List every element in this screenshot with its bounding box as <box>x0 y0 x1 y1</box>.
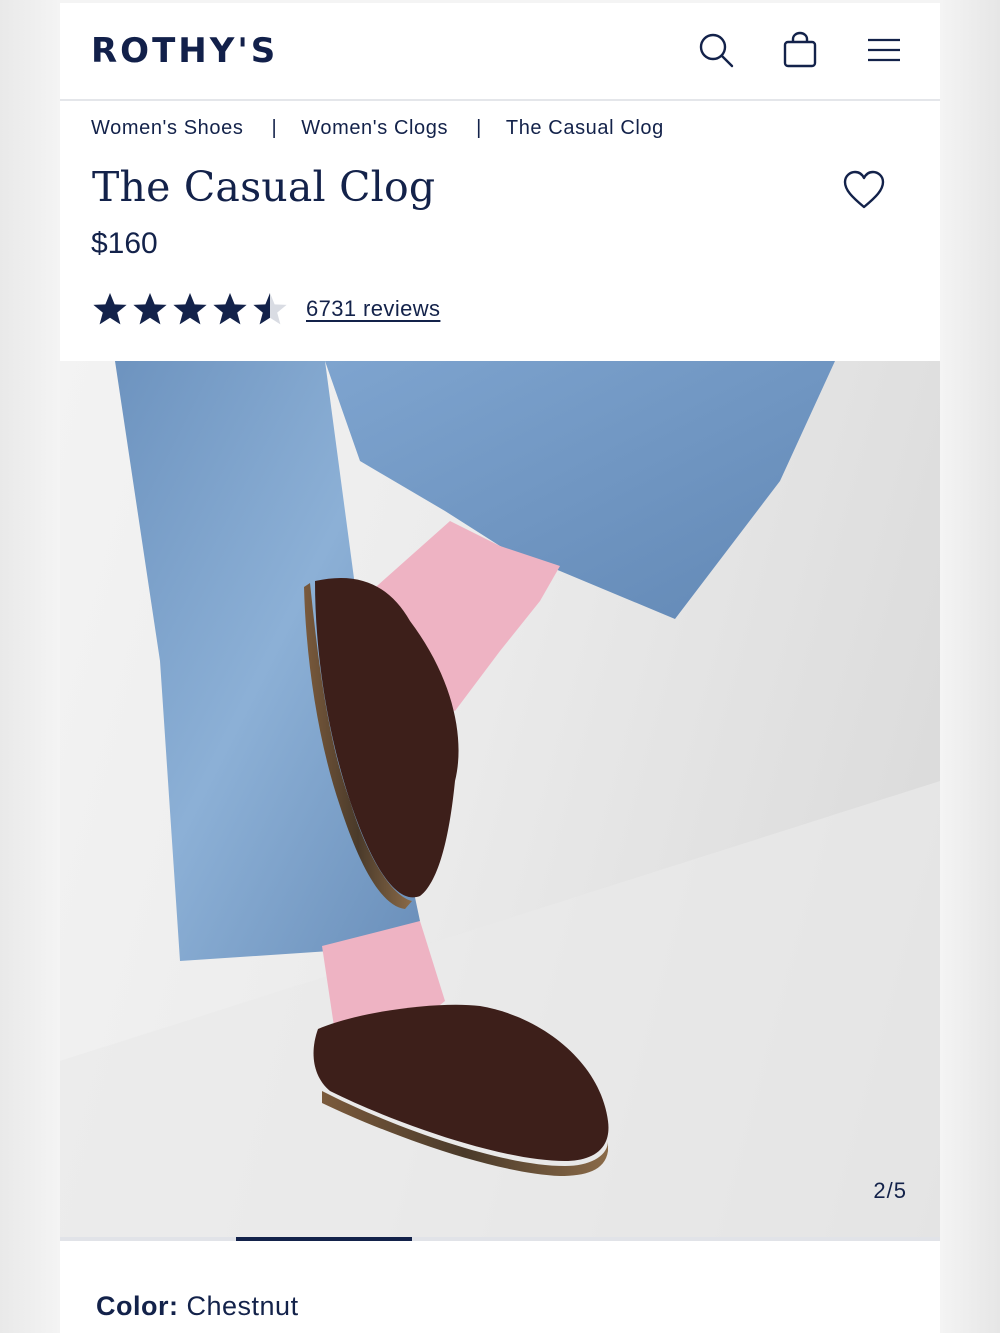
breadcrumb-separator: | <box>271 117 278 139</box>
gallery-progress-indicator <box>236 1237 412 1241</box>
breadcrumb-womens-shoes[interactable]: Women's Shoes <box>91 117 243 140</box>
product-photo <box>60 361 940 1237</box>
bag-icon[interactable] <box>781 31 819 69</box>
star-full-icon <box>213 293 247 325</box>
reviews-link[interactable]: 6731 reviews <box>306 296 440 322</box>
star-full-icon <box>173 293 207 325</box>
color-value: Chestnut <box>186 1291 299 1321</box>
star-full-icon <box>93 293 127 325</box>
breadcrumb-current[interactable]: The Casual Clog <box>506 117 664 140</box>
star-rating[interactable] <box>92 291 288 327</box>
product-title: The Casual Clog <box>92 163 436 211</box>
rating-row: 6731 reviews <box>92 291 440 327</box>
site-header: ROTHY'S <box>60 3 940 101</box>
breadcrumb-womens-clogs[interactable]: Women's Clogs <box>301 117 448 140</box>
breadcrumb-separator: | <box>476 117 482 139</box>
menu-icon[interactable] <box>865 31 903 69</box>
product-image-gallery[interactable]: 2/5 <box>60 361 940 1237</box>
image-counter: 2/5 <box>873 1178 907 1203</box>
color-selection: Color: Chestnut <box>96 1291 299 1322</box>
gallery-progress-bar <box>60 1237 940 1241</box>
product-page: ROTHY'S Women's Shoes | Women's Clogs | … <box>60 3 940 1333</box>
star-half-icon <box>253 293 287 325</box>
brand-logo[interactable]: ROTHY'S <box>91 31 278 71</box>
star-full-icon <box>133 293 167 325</box>
search-icon[interactable] <box>697 31 735 69</box>
breadcrumb: Women's Shoes | Women's Clogs | The Casu… <box>91 117 664 140</box>
heart-outline-icon[interactable] <box>842 169 886 213</box>
product-price: $160 <box>91 227 158 260</box>
color-label: Color: <box>96 1291 179 1321</box>
